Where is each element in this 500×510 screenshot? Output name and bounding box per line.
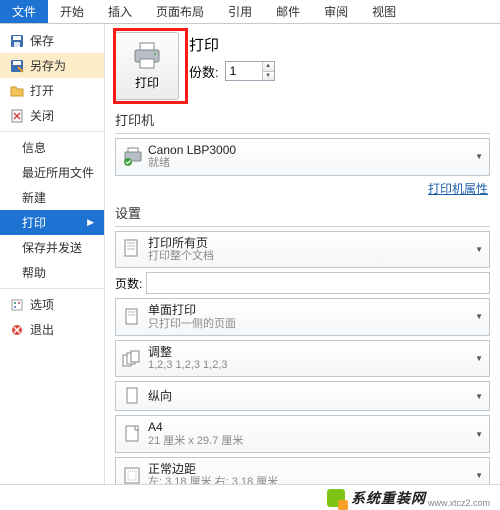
collate-dropdown[interactable]: 调整1,2,3 1,2,3 1,2,3 ▼ — [115, 340, 490, 378]
chevron-right-icon: ▶ — [87, 217, 94, 228]
tab-file[interactable]: 文件 — [0, 0, 48, 23]
sidebar-label: 新建 — [22, 189, 46, 206]
pages-input[interactable] — [146, 272, 490, 294]
brand-logo-icon — [327, 489, 345, 507]
chevron-down-icon: ▼ — [475, 245, 483, 254]
sidebar-item-new[interactable]: 新建 — [0, 185, 104, 210]
sidebar-label: 打印 — [22, 214, 46, 231]
sidebar-label: 帮助 — [22, 264, 46, 281]
chevron-down-icon: ▼ — [475, 392, 483, 401]
copies-up[interactable]: ▲ — [263, 62, 274, 72]
chevron-down-icon: ▼ — [475, 152, 483, 161]
printer-name: Canon LBP3000 — [148, 143, 236, 157]
dd-sub: 只打印一侧的页面 — [148, 318, 236, 331]
sidebar-label: 保存 — [30, 32, 54, 49]
dd-title: A4 — [148, 420, 243, 434]
paper-icon — [122, 424, 142, 444]
tab-insert[interactable]: 插入 — [96, 0, 144, 23]
tab-home[interactable]: 开始 — [48, 0, 96, 23]
copies-input[interactable] — [226, 62, 262, 80]
dd-title: 打印所有页 — [148, 236, 214, 250]
printer-section-title: 打印机 — [115, 110, 490, 129]
backstage-sidebar: 保存 另存为 打开 关闭 信息 最近所用文件 新建 打印 ▶ 保存并发送 帮助 选… — [0, 24, 105, 510]
options-icon — [10, 298, 24, 312]
tab-mailings[interactable]: 邮件 — [264, 0, 312, 23]
settings-section-title: 设置 — [115, 203, 490, 222]
tab-references[interactable]: 引用 — [216, 0, 264, 23]
copies-label: 份数: — [189, 62, 219, 81]
sidebar-item-help[interactable]: 帮助 — [0, 260, 104, 285]
sidebar-item-exit[interactable]: 退出 — [0, 317, 104, 342]
chevron-down-icon: ▼ — [475, 471, 483, 480]
portrait-icon — [122, 386, 142, 406]
printer-dropdown[interactable]: Canon LBP3000就绪 ▼ — [115, 138, 490, 176]
copies-down[interactable]: ▼ — [263, 72, 274, 81]
chevron-down-icon: ▼ — [475, 312, 483, 321]
sidebar-item-recent[interactable]: 最近所用文件 — [0, 160, 104, 185]
chevron-down-icon: ▼ — [475, 354, 483, 363]
collate-icon — [122, 349, 142, 369]
printer-properties-link[interactable]: 打印机属性 — [428, 182, 488, 196]
sidebar-item-close[interactable]: 关闭 — [0, 103, 104, 128]
dd-title: 纵向 — [148, 389, 172, 403]
sidebar-label: 打开 — [30, 82, 54, 99]
sidebar-label: 另存为 — [30, 57, 66, 74]
tab-view[interactable]: 视图 — [360, 0, 408, 23]
sidebar-label: 最近所用文件 — [22, 164, 94, 181]
sidebar-item-save-as[interactable]: 另存为 — [0, 53, 104, 78]
document-icon — [122, 239, 142, 259]
sidebar-label: 保存并发送 — [22, 239, 82, 256]
margins-icon — [122, 466, 142, 486]
open-icon — [10, 84, 24, 98]
chevron-down-icon: ▼ — [475, 430, 483, 439]
save-icon — [10, 34, 24, 48]
dd-title: 单面打印 — [148, 303, 236, 317]
sidebar-item-print[interactable]: 打印 ▶ — [0, 210, 104, 235]
ribbon-tabs: 文件 开始 插入 页面布局 引用 邮件 审阅 视图 — [0, 0, 500, 24]
single-side-icon — [122, 307, 142, 327]
brand-url: www.xtcz2.com — [428, 498, 490, 508]
sidebar-label: 选项 — [30, 296, 54, 313]
sidebar-label: 信息 — [22, 139, 46, 156]
dd-title: 正常边距 — [148, 462, 278, 476]
brand-name: 系统重装网 — [351, 488, 426, 508]
pages-label: 页数: — [115, 275, 142, 292]
dd-sub: 1,2,3 1,2,3 1,2,3 — [148, 359, 228, 372]
print-title: 打印 — [189, 34, 275, 55]
copies-spinner[interactable]: ▲▼ — [225, 61, 275, 81]
watermark-footer: 系统重装网 www.xtcz2.com — [0, 484, 500, 510]
sidebar-item-info[interactable]: 信息 — [0, 135, 104, 160]
close-icon — [10, 109, 24, 123]
sidebar-item-save[interactable]: 保存 — [0, 28, 104, 53]
print-panel: 打印 打印 份数: ▲▼ 打印机 Canon LBP3000就绪 ▼ 打印机属性… — [105, 24, 500, 510]
sidebar-item-options[interactable]: 选项 — [0, 292, 104, 317]
printer-large-icon — [130, 41, 164, 71]
orientation-dropdown[interactable]: 纵向 ▼ — [115, 381, 490, 411]
save-as-icon — [10, 59, 24, 73]
dd-title: 调整 — [148, 345, 228, 359]
print-button-label: 打印 — [135, 74, 159, 91]
dd-sub: 打印整个文档 — [148, 250, 214, 263]
sidebar-label: 退出 — [30, 321, 54, 338]
sidebar-item-open[interactable]: 打开 — [0, 78, 104, 103]
dd-sub: 21 厘米 x 29.7 厘米 — [148, 435, 243, 448]
tab-layout[interactable]: 页面布局 — [144, 0, 216, 23]
exit-icon — [10, 323, 24, 337]
tab-review[interactable]: 审阅 — [312, 0, 360, 23]
paper-size-dropdown[interactable]: A421 厘米 x 29.7 厘米 ▼ — [115, 415, 490, 453]
printer-status: 就绪 — [148, 157, 236, 170]
print-scope-dropdown[interactable]: 打印所有页打印整个文档 ▼ — [115, 231, 490, 269]
printer-device-icon — [122, 147, 142, 167]
sidebar-label: 关闭 — [30, 107, 54, 124]
print-button[interactable]: 打印 — [115, 32, 179, 100]
duplex-dropdown[interactable]: 单面打印只打印一侧的页面 ▼ — [115, 298, 490, 336]
sidebar-item-save-send[interactable]: 保存并发送 — [0, 235, 104, 260]
